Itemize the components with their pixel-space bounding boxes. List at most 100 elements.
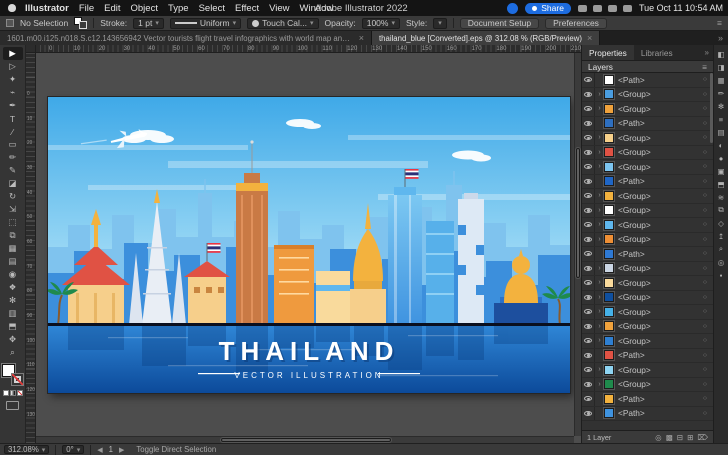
variable-width-profile-select[interactable]: Uniform▾ (170, 18, 241, 29)
visibility-toggle[interactable] (582, 407, 595, 421)
color-guide-panel-icon[interactable]: ◨ (716, 62, 727, 72)
visibility-toggle[interactable] (582, 73, 595, 87)
layer-row[interactable]: ›<Group>○ (582, 363, 713, 378)
tab-close-icon[interactable]: × (359, 33, 364, 43)
new-sublayer-icon[interactable]: ⊟ (677, 433, 683, 442)
direct-selection-tool[interactable]: ▷ (3, 60, 23, 73)
visibility-toggle[interactable] (582, 276, 595, 290)
layer-row[interactable]: ›<Group>○ (582, 334, 713, 349)
target-icon[interactable]: ○ (700, 279, 710, 286)
preferences-button[interactable]: Preferences (545, 18, 607, 29)
eraser-tool[interactable]: ◪ (3, 177, 23, 190)
stroke-weight-select[interactable]: 1 pt▾ (133, 18, 164, 29)
paintbrush-tool[interactable]: ✏ (3, 151, 23, 164)
layer-row[interactable]: <Path>○ (582, 349, 713, 364)
gradient-button[interactable] (10, 390, 16, 396)
visibility-toggle[interactable] (582, 175, 595, 189)
prev-artboard-button[interactable]: ◀ (97, 446, 102, 454)
target-icon[interactable]: ○ (700, 337, 710, 344)
document-setup-button[interactable]: Document Setup (460, 18, 539, 29)
layer-row[interactable]: ›<Group>○ (582, 189, 713, 204)
scrollbar-thumb[interactable] (221, 438, 391, 442)
visibility-toggle[interactable] (582, 291, 595, 305)
visibility-toggle[interactable] (582, 160, 595, 174)
document-tab[interactable]: 1601.m00.i125.n018.S.c12.143656942 Vecto… (0, 31, 372, 45)
target-icon[interactable]: ○ (700, 250, 710, 257)
layer-row[interactable]: ›<Group>○ (582, 102, 713, 117)
visibility-toggle[interactable] (582, 233, 595, 247)
target-icon[interactable]: ○ (700, 395, 710, 402)
control-panel-menu-icon[interactable]: ≡ (717, 18, 722, 28)
color-panel-icon[interactable]: ◧ (716, 49, 727, 59)
stroke-color-swatch[interactable] (11, 373, 24, 386)
layer-row[interactable]: <Path>○ (582, 392, 713, 407)
visibility-toggle[interactable] (582, 247, 595, 261)
disclosure-icon[interactable]: › (595, 381, 604, 388)
visibility-toggle[interactable] (582, 88, 595, 102)
eyedropper-tool[interactable]: ◉ (3, 268, 23, 281)
target-icon[interactable]: ○ (700, 207, 710, 214)
target-icon[interactable]: ○ (700, 134, 710, 141)
target-icon[interactable]: ○ (700, 105, 710, 112)
layer-row[interactable]: ›<Group>○ (582, 320, 713, 335)
wifi-icon[interactable] (608, 5, 617, 12)
rotation-select[interactable]: 0°▾ (62, 445, 84, 454)
selection-tool[interactable]: ▶ (3, 47, 23, 60)
brushes-panel-icon[interactable]: ✏ (716, 88, 727, 98)
navigator-panel-icon[interactable]: ⌕ (716, 244, 727, 254)
disclosure-icon[interactable]: › (595, 149, 604, 156)
disclosure-icon[interactable]: › (595, 265, 604, 272)
new-layer-icon[interactable]: ⊞ (687, 433, 693, 442)
menu-clock[interactable]: Tue Oct 11 10:54 AM (639, 3, 723, 13)
layer-row[interactable]: <Path>○ (582, 407, 713, 422)
canvas-horizontal-scrollbar[interactable] (36, 436, 574, 443)
battery-icon[interactable] (593, 5, 602, 12)
menu-file[interactable]: File (79, 3, 94, 14)
transform-panel-icon[interactable]: ◇ (716, 218, 727, 228)
menu-view[interactable]: View (269, 3, 289, 14)
transparency-panel-icon[interactable]: ◐ (716, 140, 727, 150)
layer-row[interactable]: ›<Group>○ (582, 88, 713, 103)
scale-tool[interactable]: ⇲ (3, 203, 23, 216)
artboard[interactable]: THAILAND THAILAND VECTOR ILLUSTRATION (48, 97, 570, 393)
disclosure-icon[interactable]: › (595, 163, 604, 170)
visibility-toggle[interactable] (582, 378, 595, 392)
fill-stroke-control[interactable] (2, 364, 24, 386)
disclosure-icon[interactable]: › (595, 323, 604, 330)
visibility-toggle[interactable] (582, 117, 595, 131)
opacity-select[interactable]: 100%▾ (362, 18, 400, 29)
target-icon[interactable]: ○ (700, 163, 710, 170)
document-tab[interactable]: thailand_blue [Converted].eps @ 312.08 %… (372, 31, 600, 45)
panel-tab-libraries[interactable]: Libraries (634, 45, 680, 60)
control-center-icon[interactable] (578, 5, 587, 12)
panel-tab-properties[interactable]: Properties (582, 45, 634, 60)
align-panel-icon[interactable]: ≋ (716, 192, 727, 202)
pencil-tool[interactable]: ✎ (3, 164, 23, 177)
visibility-toggle[interactable] (582, 320, 595, 334)
delete-layer-icon[interactable]: ⌦ (697, 433, 708, 442)
layer-row[interactable]: ›<Group>○ (582, 276, 713, 291)
disclosure-icon[interactable]: › (595, 366, 604, 373)
target-icon[interactable]: ○ (700, 294, 710, 301)
rectangle-tool[interactable]: ▭ (3, 138, 23, 151)
visibility-toggle[interactable] (582, 349, 595, 363)
visibility-toggle[interactable] (582, 334, 595, 348)
disclosure-icon[interactable]: › (595, 221, 604, 228)
symbol-sprayer-tool[interactable]: ✻ (3, 294, 23, 307)
shape-builder-tool[interactable]: ⧉ (3, 229, 23, 242)
visibility-toggle[interactable] (582, 392, 595, 406)
stroke-panel-icon[interactable]: ≡ (716, 114, 727, 124)
graphic-styles-panel-icon[interactable]: ▣ (716, 166, 727, 176)
cc-sync-icon[interactable] (507, 3, 518, 14)
visibility-toggle[interactable] (582, 102, 595, 116)
menu-effect[interactable]: Effect (235, 3, 259, 14)
scrollbar-thumb[interactable] (576, 148, 580, 278)
target-icon[interactable]: ○ (700, 308, 710, 315)
layer-row[interactable]: ›<Group>○ (582, 146, 713, 161)
fill-stroke-swatches[interactable] (74, 17, 87, 29)
visibility-toggle[interactable] (582, 305, 595, 319)
canvas-vertical-scrollbar[interactable] (574, 53, 581, 436)
layer-row[interactable]: ›<Group>○ (582, 378, 713, 393)
style-select[interactable]: ▾ (433, 18, 447, 29)
layer-row[interactable]: ›<Group>○ (582, 160, 713, 175)
